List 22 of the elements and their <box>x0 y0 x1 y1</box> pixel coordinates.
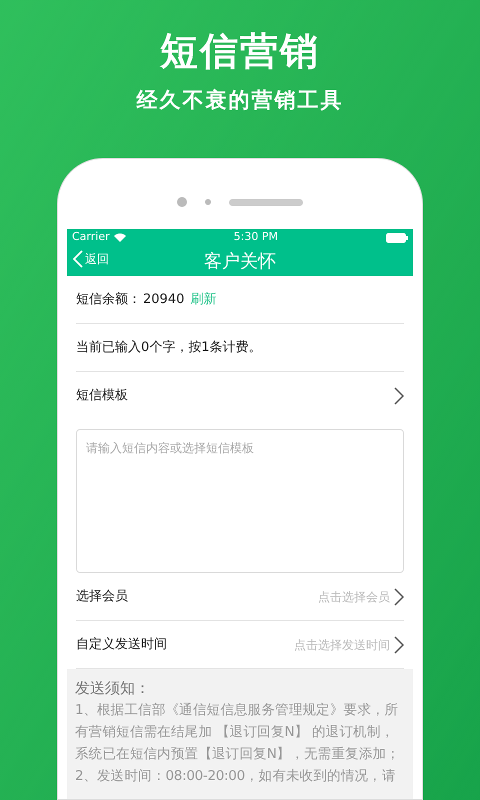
chevron-right-icon <box>394 636 404 654</box>
banner-subtitle: 经久不衰的营销工具 <box>136 87 344 114</box>
picker-row[interactable]: 选择会员 点击选择会员 <box>76 573 404 621</box>
carrier-label: Carrier <box>72 229 110 246</box>
notice-text: 系统已在短信内预置【退订回复N】，无需重复添加； <box>75 745 401 764</box>
chevron-right-icon <box>394 588 404 606</box>
battery-icon <box>386 232 408 242</box>
notice-text: 1、根据工信部《通信短信息服务管理规定》要求，所 <box>75 701 400 720</box>
chevron-right-icon <box>394 387 404 405</box>
back-icon <box>73 250 83 268</box>
balance-label: 短信余额： <box>76 290 141 309</box>
page-title: 客户关怀 <box>204 250 276 274</box>
template-row[interactable]: 短信模板 <box>76 372 404 420</box>
message-field[interactable]: 请输入短信内容或选择短信模板 <box>76 429 404 573</box>
char-count-text: 当前已输入0个字，按1条计费。 <box>76 338 262 357</box>
status-time: 5:30 PM <box>234 229 278 246</box>
wifi-icon <box>114 233 126 242</box>
banner-title: 短信营销 <box>160 28 320 74</box>
notice-text: 2、发送时间：08:00-20:00，如有未收到的情况，请 <box>75 767 397 786</box>
notice-text: 有营销短信需在结尾加 【退订回复N】 的退订机制， <box>75 723 396 742</box>
notice-title: 发送须知： <box>75 678 151 699</box>
balance-value: 20940 <box>143 290 184 309</box>
